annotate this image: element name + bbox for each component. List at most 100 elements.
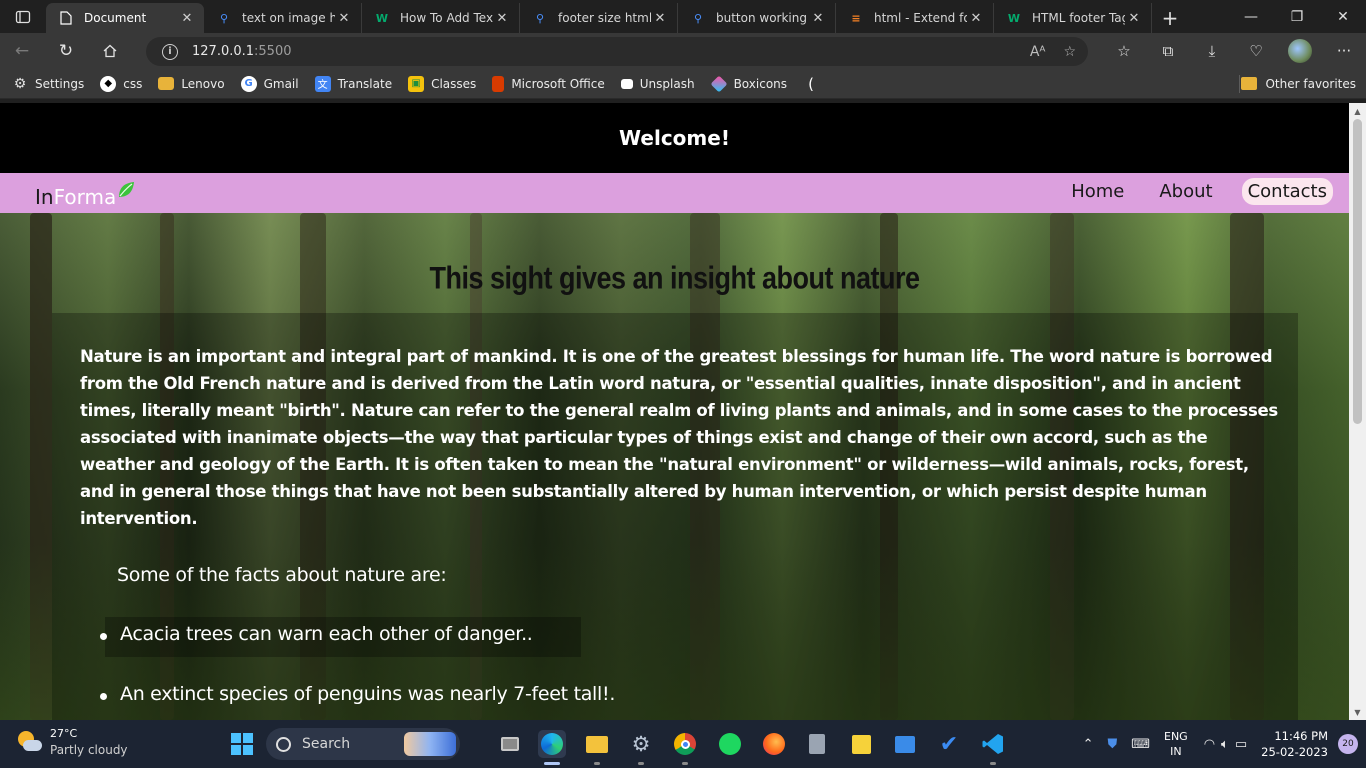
brand-logo[interactable]: In Forma bbox=[35, 181, 135, 209]
taskbar-search[interactable]: Search bbox=[266, 728, 460, 760]
nav-contacts-link[interactable]: Contacts bbox=[1241, 178, 1333, 205]
settings-gear-icon[interactable]: ⚙ bbox=[627, 730, 655, 765]
tab-title: HTML footer Tag bbox=[1032, 11, 1125, 25]
page-viewport: Welcome! In Forma Home About Contacts Th… bbox=[0, 103, 1349, 720]
tab-html-footer-tag[interactable]: W HTML footer Tag ✕ bbox=[994, 3, 1152, 33]
temperature: 27°C bbox=[50, 727, 78, 740]
chrome-icon[interactable] bbox=[671, 730, 699, 765]
favorite-microsoft-office[interactable]: Microsoft Office bbox=[492, 75, 605, 92]
restore-button[interactable]: ❐ bbox=[1274, 0, 1320, 33]
url-host: 127.0.0.1 bbox=[192, 44, 255, 59]
profile-avatar[interactable] bbox=[1288, 39, 1312, 63]
nav-about-link[interactable]: About bbox=[1153, 178, 1218, 205]
close-tab-icon[interactable]: ✕ bbox=[178, 11, 196, 26]
tab-actions-button[interactable] bbox=[0, 0, 46, 33]
welcome-text: Welcome! bbox=[619, 126, 730, 150]
close-tab-icon[interactable]: ✕ bbox=[493, 11, 511, 26]
defender-icon[interactable]: ⛊ bbox=[1107, 737, 1117, 752]
favorite-classes[interactable]: ▣ Classes bbox=[408, 75, 477, 92]
favorite-loading[interactable]: ( bbox=[803, 75, 826, 93]
browser-essentials-icon[interactable]: ♡ bbox=[1234, 33, 1278, 69]
downloads-icon[interactable]: ⤓ bbox=[1190, 33, 1234, 69]
favorite-translate[interactable]: 文 Translate bbox=[314, 75, 392, 92]
system-clock[interactable]: 11:46 PM 25-02-2023 bbox=[1261, 728, 1328, 760]
edge-taskbar-icon[interactable] bbox=[538, 730, 566, 765]
favorites-divider bbox=[1239, 74, 1240, 93]
tab-document[interactable]: Document ✕ bbox=[46, 3, 204, 33]
other-favorites-label: Other favorites bbox=[1265, 76, 1356, 91]
welcome-banner: Welcome! bbox=[0, 103, 1349, 173]
add-favorite-icon[interactable]: ☆ bbox=[1063, 44, 1076, 60]
show-hidden-icons[interactable]: ⌃ bbox=[1083, 737, 1094, 752]
collections-icon[interactable]: ⧉ bbox=[1146, 33, 1190, 69]
address-bar[interactable]: i 127.0.0.1:5500 Aᴬ ☆ bbox=[146, 37, 1088, 66]
minimize-button[interactable]: — bbox=[1228, 0, 1274, 33]
close-tab-icon[interactable]: ✕ bbox=[651, 11, 669, 26]
sticky-notes-icon[interactable] bbox=[847, 730, 875, 758]
classroom-icon: ▣ bbox=[408, 75, 425, 92]
facts-heading: Some of the facts about nature are: bbox=[117, 564, 447, 586]
file-explorer-icon[interactable] bbox=[583, 730, 611, 765]
tab-text-on-image[interactable]: ⚲ text on image htm ✕ bbox=[204, 3, 362, 33]
tab-title: Document bbox=[84, 11, 147, 25]
start-button[interactable] bbox=[228, 730, 256, 758]
refresh-button[interactable]: ↻ bbox=[44, 33, 88, 69]
favorite-settings[interactable]: ⚙ Settings bbox=[12, 76, 85, 92]
vscode-icon[interactable] bbox=[979, 730, 1007, 765]
battery-icon[interactable]: ▭ bbox=[1235, 737, 1247, 752]
close-tab-icon[interactable]: ✕ bbox=[809, 11, 827, 26]
weather-widget[interactable]: 27°C Partly cloudy bbox=[16, 726, 128, 758]
css-icon: ◆ bbox=[100, 75, 117, 92]
tab-how-to-add-text[interactable]: W How To Add Text ✕ bbox=[362, 3, 520, 33]
keyboard-icon[interactable]: ⌨ bbox=[1131, 737, 1150, 752]
scroll-down-arrow[interactable]: ▼ bbox=[1349, 704, 1366, 720]
tab-extend-footer[interactable]: ≡ html - Extend foo ✕ bbox=[836, 3, 994, 33]
wifi-icon[interactable]: ◠ bbox=[1204, 737, 1215, 752]
spotify-icon[interactable] bbox=[716, 730, 744, 758]
favorites-bar: ⚙ Settings ◆ css Lenovo G Gmail 文 Transl… bbox=[0, 69, 1366, 99]
close-tab-icon[interactable]: ✕ bbox=[335, 11, 353, 26]
close-tab-icon[interactable]: ✕ bbox=[967, 11, 985, 26]
page-scrollbar[interactable]: ▲ ▼ bbox=[1349, 103, 1366, 720]
tab-title: text on image htm bbox=[242, 11, 335, 25]
search-icon: ⚲ bbox=[219, 11, 229, 25]
nav-home-link[interactable]: Home bbox=[1065, 178, 1130, 205]
scroll-up-arrow[interactable]: ▲ bbox=[1349, 103, 1366, 119]
tab-actions-icon bbox=[15, 10, 31, 23]
w3schools-icon: W bbox=[375, 11, 389, 25]
back-button[interactable]: ← bbox=[0, 33, 44, 69]
favorite-unsplash[interactable]: Unsplash bbox=[620, 77, 695, 91]
calculator-icon[interactable] bbox=[803, 730, 831, 758]
close-window-button[interactable]: ✕ bbox=[1320, 0, 1366, 33]
tab-button-working[interactable]: ⚲ button working o ✕ bbox=[678, 3, 836, 33]
folder-icon bbox=[1241, 77, 1258, 90]
tab-footer-size[interactable]: ⚲ footer size html - ✕ bbox=[520, 3, 678, 33]
home-button[interactable] bbox=[88, 33, 132, 69]
input-language[interactable]: ENG IN bbox=[1164, 729, 1188, 759]
close-tab-icon[interactable]: ✕ bbox=[1125, 11, 1143, 26]
fact-item: Acacia trees can warn each other of dang… bbox=[100, 623, 615, 683]
favorite-lenovo[interactable]: Lenovo bbox=[158, 77, 225, 91]
notification-badge[interactable]: 20 bbox=[1338, 734, 1358, 754]
search-icon: ⚲ bbox=[535, 11, 545, 25]
leaf-icon bbox=[119, 182, 135, 197]
windows-logo-icon bbox=[231, 733, 253, 755]
site-info-icon[interactable]: i bbox=[162, 43, 178, 60]
firefox-icon[interactable] bbox=[760, 730, 788, 758]
favorites-icon[interactable]: ☆ bbox=[1102, 33, 1146, 69]
other-favorites[interactable]: Other favorites bbox=[1241, 77, 1356, 91]
task-view-icon[interactable] bbox=[496, 730, 524, 758]
volume-icon[interactable]: 🔈︎ bbox=[1221, 737, 1229, 752]
settings-more-icon[interactable]: ··· bbox=[1322, 33, 1366, 69]
favorite-gmail[interactable]: G Gmail bbox=[240, 75, 299, 92]
read-aloud-icon[interactable]: Aᴬ bbox=[1030, 44, 1046, 60]
favorite-boxicons[interactable]: Boxicons bbox=[710, 75, 787, 92]
favorite-css[interactable]: ◆ css bbox=[100, 75, 142, 92]
translate-icon: 文 bbox=[314, 75, 331, 92]
clock-date: 25-02-2023 bbox=[1261, 745, 1328, 759]
windows-store-icon[interactable] bbox=[891, 730, 919, 758]
scroll-thumb[interactable] bbox=[1353, 119, 1362, 424]
todo-icon[interactable]: ✔ bbox=[935, 730, 963, 758]
favorite-label: Classes bbox=[431, 76, 477, 91]
new-tab-button[interactable]: + bbox=[1152, 3, 1188, 33]
